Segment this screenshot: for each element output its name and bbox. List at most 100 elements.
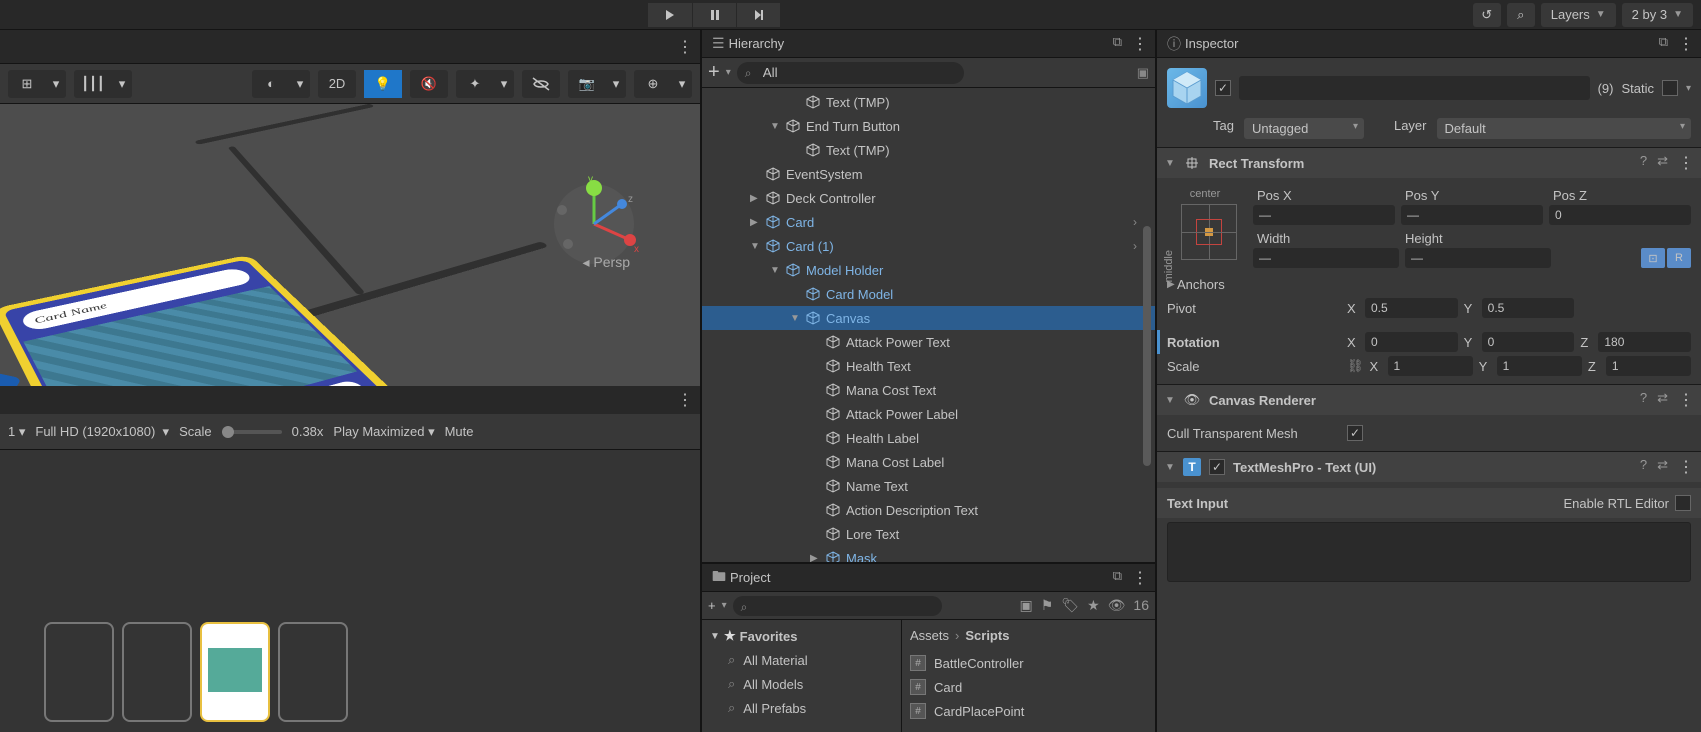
hierarchy-item[interactable]: Text (TMP): [702, 90, 1155, 114]
favorite-item[interactable]: ⌕All Models: [710, 672, 893, 696]
step-button[interactable]: [736, 3, 780, 27]
display-dropdown[interactable]: 1 ▾: [8, 424, 25, 440]
project-tab[interactable]: 🖿 Project ⧉ ⋮: [702, 564, 1155, 592]
preset-icon[interactable]: ⇄: [1657, 457, 1668, 477]
hierarchy-item[interactable]: ▶Card›: [702, 210, 1155, 234]
tmp-enabled-checkbox[interactable]: [1209, 459, 1225, 475]
hierarchy-item[interactable]: EventSystem: [702, 162, 1155, 186]
undo-history-icon[interactable]: ↺: [1473, 3, 1501, 27]
project-menu-icon[interactable]: ⋮: [1132, 568, 1147, 588]
project-folders[interactable]: ▼★ Favorites ⌕All Material⌕All Models⌕Al…: [702, 620, 902, 732]
hierarchy-menu-icon[interactable]: ⋮: [1132, 34, 1147, 54]
create-dropdown[interactable]: +: [708, 61, 720, 84]
audio-toggle-icon[interactable]: 🔇: [410, 70, 448, 98]
create-chevron-icon[interactable]: ▾: [726, 67, 731, 78]
filter-by-type-icon[interactable]: ▣: [1020, 597, 1033, 614]
preset-icon[interactable]: ⇄: [1657, 390, 1668, 410]
perspective-label[interactable]: ◂ Persp: [583, 254, 631, 271]
textmeshpro-header[interactable]: ▼ T TextMeshPro - Text (UI) ?⇄⋮: [1157, 452, 1701, 482]
camera-dropdown[interactable]: ▾: [606, 70, 626, 98]
tool-snap-icon[interactable]: ┃┃┃: [74, 70, 112, 98]
tag-dropdown[interactable]: Untagged: [1244, 118, 1364, 139]
hierarchy-item[interactable]: Card Model: [702, 282, 1155, 306]
game-view[interactable]: [0, 450, 700, 732]
component-menu-icon[interactable]: ⋮: [1678, 390, 1693, 410]
hierarchy-item[interactable]: Attack Power Label: [702, 402, 1155, 426]
2d-toggle[interactable]: 2D: [318, 70, 356, 98]
anchor-preset-button[interactable]: [1181, 204, 1237, 260]
hierarchy-item[interactable]: ▼Model Holder: [702, 258, 1155, 282]
hierarchy-item[interactable]: ▼Card (1)›: [702, 234, 1155, 258]
hierarchy-item[interactable]: Mana Cost Label: [702, 450, 1155, 474]
hierarchy-item[interactable]: ▼End Turn Button: [702, 114, 1155, 138]
width-input[interactable]: —: [1253, 248, 1399, 268]
game-menu-icon[interactable]: ⋮: [677, 390, 692, 410]
text-input-textarea[interactable]: [1167, 522, 1691, 582]
detach-icon[interactable]: ⧉: [1113, 568, 1122, 588]
pivot-x-input[interactable]: 0.5: [1365, 298, 1458, 318]
layout-dropdown[interactable]: 2 by 3▼: [1622, 3, 1693, 27]
camera-icon[interactable]: 📷: [568, 70, 606, 98]
help-icon[interactable]: ?: [1640, 153, 1647, 173]
hierarchy-tree[interactable]: Text (TMP)▼End Turn ButtonText (TMP)Even…: [702, 88, 1155, 562]
project-search-input[interactable]: [733, 596, 942, 616]
hierarchy-tab[interactable]: ☰ Hierarchy ⧉ ⋮: [702, 30, 1155, 58]
hierarchy-item[interactable]: ▼Canvas: [702, 306, 1155, 330]
script-asset[interactable]: #CardPlacePoint: [910, 699, 1147, 723]
cull-checkbox[interactable]: [1347, 425, 1363, 441]
fx-toggle-icon[interactable]: ✦: [456, 70, 494, 98]
create-chevron-icon[interactable]: ▾: [722, 600, 727, 611]
hierarchy-item[interactable]: Action Description Text: [702, 498, 1155, 522]
tool-snap-dropdown[interactable]: ▾: [112, 70, 132, 98]
visibility-toggle-icon[interactable]: [522, 70, 560, 98]
rtl-checkbox[interactable]: [1675, 495, 1691, 511]
hierarchy-item[interactable]: Text (TMP): [702, 138, 1155, 162]
gameobject-name-input[interactable]: [1239, 76, 1590, 100]
rotation-x-input[interactable]: 0: [1365, 332, 1458, 352]
component-menu-icon[interactable]: ⋮: [1678, 457, 1693, 477]
scale-slider[interactable]: [222, 430, 282, 434]
play-mode-dropdown[interactable]: Play Maximized ▾: [333, 424, 434, 440]
layers-dropdown[interactable]: Layers▼: [1541, 3, 1616, 27]
favorite-item[interactable]: ⌕All Prefabs: [710, 696, 893, 720]
help-icon[interactable]: ?: [1640, 390, 1647, 410]
gizmos-toggle-icon[interactable]: ⊕: [634, 70, 672, 98]
scale-z-input[interactable]: 1: [1606, 356, 1691, 376]
inspector-tab[interactable]: ⓘ Inspector ⧉ ⋮: [1157, 30, 1701, 58]
hierarchy-item[interactable]: Name Text: [702, 474, 1155, 498]
rotation-z-input[interactable]: 180: [1598, 332, 1691, 352]
hidden-toggle-icon[interactable]: 👁: [1108, 597, 1126, 614]
pause-button[interactable]: [692, 3, 736, 27]
component-menu-icon[interactable]: ⋮: [1678, 153, 1693, 173]
favorite-icon[interactable]: ★: [1087, 597, 1100, 614]
hierarchy-item[interactable]: ▶Deck Controller: [702, 186, 1155, 210]
mute-toggle[interactable]: Mute: [445, 424, 474, 439]
shading-mode-icon[interactable]: ◐: [252, 70, 290, 98]
anchors-foldout[interactable]: Anchors: [1177, 277, 1357, 292]
posz-input[interactable]: 0: [1549, 205, 1691, 225]
blueprint-mode-button[interactable]: ⊡: [1641, 248, 1665, 268]
search-icon[interactable]: ⌕: [1507, 3, 1535, 27]
project-assets[interactable]: Assets › Scripts #BattleController#Card#…: [902, 620, 1155, 732]
scale-x-input[interactable]: 1: [1388, 356, 1473, 376]
resolution-dropdown[interactable]: Full HD (1920x1080) ▾: [35, 424, 169, 440]
rotation-y-input[interactable]: 0: [1482, 332, 1575, 352]
active-checkbox[interactable]: [1215, 80, 1231, 96]
raw-mode-button[interactable]: R: [1667, 248, 1691, 268]
lighting-toggle-icon[interactable]: 💡: [364, 70, 402, 98]
script-asset[interactable]: #Card: [910, 675, 1147, 699]
constrain-scale-icon[interactable]: ⛓: [1347, 358, 1364, 374]
hierarchy-item[interactable]: Mana Cost Text: [702, 378, 1155, 402]
create-asset-dropdown[interactable]: +: [708, 598, 716, 613]
preset-icon[interactable]: ⇄: [1657, 153, 1668, 173]
hierarchy-item[interactable]: Health Label: [702, 426, 1155, 450]
gizmos-dropdown[interactable]: ▾: [672, 70, 692, 98]
detach-icon[interactable]: ⧉: [1113, 34, 1122, 54]
shading-dropdown[interactable]: ▾: [290, 70, 310, 98]
hierarchy-item[interactable]: ▶Mask: [702, 546, 1155, 562]
save-search-icon[interactable]: 🏷: [1061, 597, 1079, 614]
help-icon[interactable]: ?: [1640, 457, 1647, 477]
height-input[interactable]: —: [1405, 248, 1551, 268]
search-filter-icon[interactable]: ▣: [1137, 65, 1149, 81]
static-checkbox[interactable]: [1662, 80, 1678, 96]
